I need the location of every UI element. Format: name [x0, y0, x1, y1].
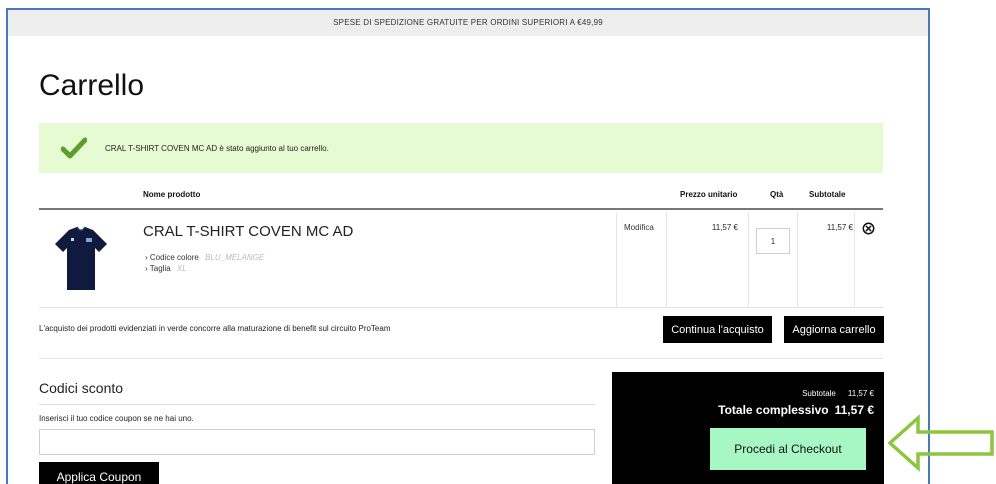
arrow-left-icon	[887, 414, 994, 472]
header-product-name: Nome prodotto	[143, 190, 201, 199]
summary-subtotal: Subtotale 11,57 €	[802, 389, 874, 398]
edit-link[interactable]: Modifica	[624, 223, 654, 232]
checkmark-icon	[61, 137, 87, 159]
checkout-button[interactable]: Procedi al Checkout	[710, 428, 866, 470]
header-unit-price: Prezzo unitario	[680, 190, 738, 199]
benefit-note: L'acquisto dei prodotti evidenziati in v…	[39, 324, 391, 333]
summary-subtotal-label: Subtotale	[802, 389, 836, 398]
unit-price: 11,57 €	[711, 223, 738, 232]
quantity-input[interactable]	[756, 228, 790, 254]
summary-grand-total: Totale complessivo 11,57 €	[718, 403, 874, 417]
column-divider	[797, 212, 798, 308]
order-summary: Subtotale 11,57 € Totale complessivo 11,57…	[612, 372, 884, 484]
success-message-text: CRAL T-SHIRT COVEN MC AD è stato aggiunt…	[105, 143, 329, 153]
summary-total-label: Totale complessivo	[718, 403, 829, 417]
chevron-right-icon: ›	[145, 253, 148, 262]
page-title: Carrello	[39, 69, 145, 102]
update-cart-button[interactable]: Aggiorna carrello	[784, 316, 884, 343]
browser-frame: SPESE DI SPEDIZIONE GRATUITE PER ORDINI …	[6, 8, 930, 484]
option-value: BLU_MELANGE	[205, 253, 265, 262]
column-divider	[854, 212, 855, 308]
section-divider	[39, 358, 883, 359]
option-label: Taglia	[149, 264, 171, 273]
apply-coupon-button[interactable]: Applica Coupon	[39, 462, 159, 484]
product-option-color: › Codice colore BLU_MELANGE	[145, 253, 264, 262]
chevron-right-icon: ›	[145, 264, 148, 273]
header-subtotal: Subtotale	[809, 190, 846, 199]
summary-subtotal-value: 11,57 €	[847, 389, 874, 398]
promo-banner: SPESE DI SPEDIZIONE GRATUITE PER ORDINI …	[8, 10, 928, 36]
column-divider	[748, 212, 749, 308]
success-message-box: CRAL T-SHIRT COVEN MC AD è stato aggiunt…	[39, 123, 883, 173]
option-value: XL	[176, 264, 187, 273]
continue-shopping-button[interactable]: Continua l'acquisto	[663, 316, 772, 343]
remove-item-icon[interactable]	[862, 222, 875, 235]
coupon-title: Codici sconto	[39, 380, 124, 396]
column-divider	[666, 212, 667, 308]
option-label: Codice colore	[149, 253, 199, 262]
row-subtotal: 11,57 €	[826, 223, 853, 232]
product-thumbnail[interactable]	[51, 224, 111, 296]
coupon-divider	[39, 404, 595, 405]
summary-total-value: 11,57 €	[834, 403, 874, 417]
table-row: CRAL T-SHIRT COVEN MC AD › Codice colore…	[39, 212, 883, 308]
table-header: Nome prodotto Prezzo unitario Qtà Subtot…	[39, 180, 883, 210]
coupon-input[interactable]	[39, 429, 595, 455]
product-option-size: › Taglia XL	[145, 264, 187, 273]
product-name[interactable]: CRAL T-SHIRT COVEN MC AD	[143, 223, 353, 240]
coupon-help-text: Inserisci il tuo codice coupon se ne hai…	[39, 414, 194, 423]
column-divider	[616, 212, 617, 308]
header-qty: Qtà	[770, 190, 784, 199]
